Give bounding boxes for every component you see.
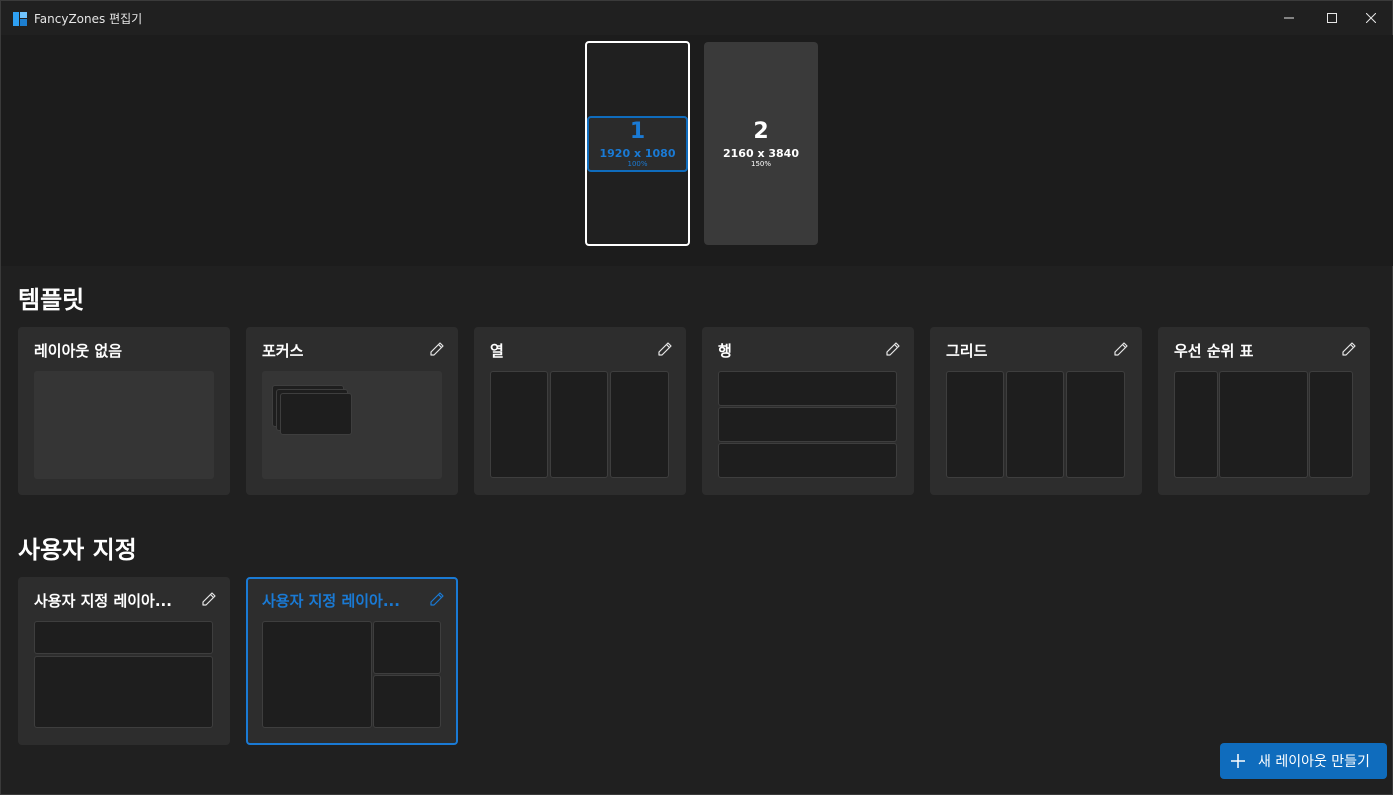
custom-layout-card-2[interactable]: 사용자 지정 레이아... <box>246 577 458 745</box>
layout-zone <box>373 621 441 674</box>
minimize-button[interactable] <box>1266 1 1312 35</box>
layout-preview <box>718 371 898 479</box>
monitor-scale: 150% <box>750 159 771 168</box>
layout-zone <box>718 407 897 442</box>
maximize-icon <box>1327 13 1337 23</box>
layout-zone <box>550 371 608 478</box>
edit-layout-button[interactable] <box>1340 340 1358 358</box>
template-card-grid[interactable]: 그리드 <box>930 327 1142 495</box>
card-label: 열 <box>490 342 504 360</box>
monitor-number: 2 <box>753 118 769 144</box>
card-label: 사용자 지정 레이아... <box>34 592 172 610</box>
pencil-icon <box>202 592 216 606</box>
minimize-icon <box>1284 17 1294 19</box>
card-label: 레이아웃 없음 <box>34 342 123 360</box>
close-button[interactable] <box>1348 1 1393 35</box>
pencil-icon <box>430 342 444 356</box>
layout-zone <box>1309 371 1353 478</box>
create-new-layout-button[interactable]: 새 레이아웃 만들기 <box>1220 743 1387 779</box>
layout-zone <box>610 371 669 478</box>
card-label: 행 <box>718 342 732 360</box>
layout-preview <box>34 621 214 729</box>
template-card-rows[interactable]: 행 <box>702 327 914 495</box>
templates-heading: 템플릿 <box>18 286 85 314</box>
fancyzones-app-icon <box>13 11 27 26</box>
card-label: 포커스 <box>262 342 304 360</box>
layout-preview <box>490 371 670 479</box>
title-bar: FancyZones 편집기 <box>1 1 1392 35</box>
edit-layout-button[interactable] <box>428 340 446 358</box>
window-title: FancyZones 편집기 <box>34 12 143 26</box>
layout-zone <box>1066 371 1125 478</box>
layout-zone <box>718 443 897 478</box>
layout-preview <box>1174 371 1354 479</box>
layout-zone <box>490 371 548 478</box>
template-card-focus[interactable]: 포커스 <box>246 327 458 495</box>
layout-zone <box>1174 371 1218 478</box>
pencil-icon <box>1114 342 1128 356</box>
pencil-icon <box>886 342 900 356</box>
layout-zone <box>946 371 1004 478</box>
custom-layout-card-1[interactable]: 사용자 지정 레이아... <box>18 577 230 745</box>
edit-layout-button[interactable] <box>884 340 902 358</box>
edit-layout-button[interactable] <box>200 590 218 608</box>
empty-layout-zone <box>34 371 214 479</box>
template-card-priority-grid[interactable]: 우선 순위 표 <box>1158 327 1370 495</box>
fancyzones-editor-window: FancyZones 편집기 1 1920 x 1080 100% 2 2160… <box>0 0 1393 795</box>
monitor-resolution: 1920 x 1080 <box>599 147 676 160</box>
pencil-icon <box>430 592 444 606</box>
monitor-scale: 100% <box>627 160 648 168</box>
monitor-1[interactable]: 1 1920 x 1080 100% <box>585 41 690 246</box>
layout-zone <box>34 656 213 728</box>
layout-preview <box>262 371 442 479</box>
layout-preview <box>262 621 442 729</box>
plus-icon <box>1231 754 1245 768</box>
layout-zone <box>1006 371 1064 478</box>
layout-zone <box>280 393 352 435</box>
card-label: 사용자 지정 레이아... <box>262 592 400 610</box>
layout-zone <box>718 371 897 406</box>
monitor-number: 1 <box>629 119 646 144</box>
card-label: 그리드 <box>946 342 988 360</box>
edit-layout-button[interactable] <box>428 590 446 608</box>
monitor-1-info: 1 1920 x 1080 100% <box>587 116 688 172</box>
layout-preview <box>946 371 1126 479</box>
card-label: 우선 순위 표 <box>1174 342 1254 360</box>
pencil-icon <box>658 342 672 356</box>
create-new-layout-label: 새 레이아웃 만들기 <box>1258 754 1370 770</box>
monitor-resolution: 2160 x 3840 <box>723 146 799 160</box>
pencil-icon <box>1342 342 1356 356</box>
template-card-no-layout[interactable]: 레이아웃 없음 <box>18 327 230 495</box>
edit-layout-button[interactable] <box>1112 340 1130 358</box>
monitor-2[interactable]: 2 2160 x 3840 150% <box>704 42 818 245</box>
edit-layout-button[interactable] <box>656 340 674 358</box>
layout-zone <box>373 675 441 728</box>
layout-zone <box>1219 371 1308 478</box>
template-card-columns[interactable]: 열 <box>474 327 686 495</box>
layout-preview <box>34 371 214 479</box>
custom-heading: 사용자 지정 <box>18 536 137 564</box>
layout-zone <box>34 621 213 654</box>
close-icon <box>1366 13 1376 23</box>
layout-zone <box>262 621 372 728</box>
monitor-selector: 1 1920 x 1080 100% 2 2160 x 3840 150% <box>1 35 1393 266</box>
